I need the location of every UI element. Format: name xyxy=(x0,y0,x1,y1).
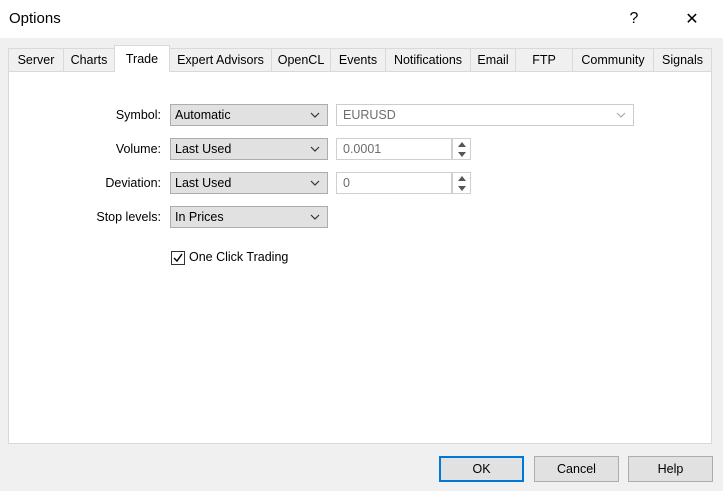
close-icon[interactable]: ✕ xyxy=(670,0,714,38)
tab-charts[interactable]: Charts xyxy=(63,48,115,71)
stop-levels-value: In Prices xyxy=(175,210,224,224)
chevron-down-icon xyxy=(310,214,320,220)
volume-input[interactable]: 0.0001 xyxy=(336,138,452,160)
arrow-up-icon[interactable] xyxy=(453,139,470,149)
tab-opencl[interactable]: OpenCL xyxy=(271,48,331,71)
tab-notifications[interactable]: Notifications xyxy=(385,48,471,71)
help-icon[interactable]: ? xyxy=(612,0,656,38)
symbol-label: Symbol: xyxy=(115,108,161,122)
deviation-mode-select[interactable]: Last Used xyxy=(170,172,328,194)
chevron-down-icon xyxy=(310,112,320,118)
deviation-input[interactable]: 0 xyxy=(336,172,452,194)
symbol-value: EURUSD xyxy=(343,108,396,122)
arrow-up-icon[interactable] xyxy=(453,173,470,183)
checkmark-icon xyxy=(173,253,183,263)
symbol-select[interactable]: EURUSD xyxy=(336,104,634,126)
volume-mode-value: Last Used xyxy=(175,142,232,156)
deviation-mode-value: Last Used xyxy=(175,176,232,190)
volume-label: Volume: xyxy=(115,142,161,156)
symbol-mode-select[interactable]: Automatic xyxy=(170,104,328,126)
tab-trade[interactable]: Trade xyxy=(114,45,170,72)
one-click-trading-checkbox[interactable] xyxy=(171,251,185,265)
title-bar: Options ? ✕ xyxy=(0,0,723,38)
tab-community[interactable]: Community xyxy=(572,48,654,71)
chevron-down-icon xyxy=(310,146,320,152)
trade-settings-panel: Symbol: Automatic EURUSD Volume: Last Us… xyxy=(8,71,712,444)
tab-email[interactable]: Email xyxy=(470,48,516,71)
chevron-down-icon xyxy=(310,180,320,186)
stop-levels-label: Stop levels: xyxy=(96,210,161,224)
tab-server[interactable]: Server xyxy=(8,48,64,71)
tab-ftp[interactable]: FTP xyxy=(515,48,573,71)
one-click-trading-label[interactable]: One Click Trading xyxy=(189,250,288,264)
volume-spinner[interactable] xyxy=(452,138,471,160)
chevron-down-icon xyxy=(616,112,626,118)
deviation-spinner[interactable] xyxy=(452,172,471,194)
cancel-button[interactable]: Cancel xyxy=(534,456,619,482)
ok-button[interactable]: OK xyxy=(439,456,524,482)
arrow-down-icon[interactable] xyxy=(453,149,470,159)
tab-expert-advisors[interactable]: Expert Advisors xyxy=(169,48,272,71)
deviation-label: Deviation: xyxy=(105,176,161,190)
arrow-down-icon[interactable] xyxy=(453,183,470,193)
tab-strip: Server Charts Trade Expert Advisors Open… xyxy=(8,45,713,72)
tab-signals[interactable]: Signals xyxy=(653,48,712,71)
tab-events[interactable]: Events xyxy=(330,48,386,71)
stop-levels-select[interactable]: In Prices xyxy=(170,206,328,228)
help-button[interactable]: Help xyxy=(628,456,713,482)
volume-mode-select[interactable]: Last Used xyxy=(170,138,328,160)
symbol-mode-value: Automatic xyxy=(175,108,231,122)
window-title: Options xyxy=(9,10,61,27)
